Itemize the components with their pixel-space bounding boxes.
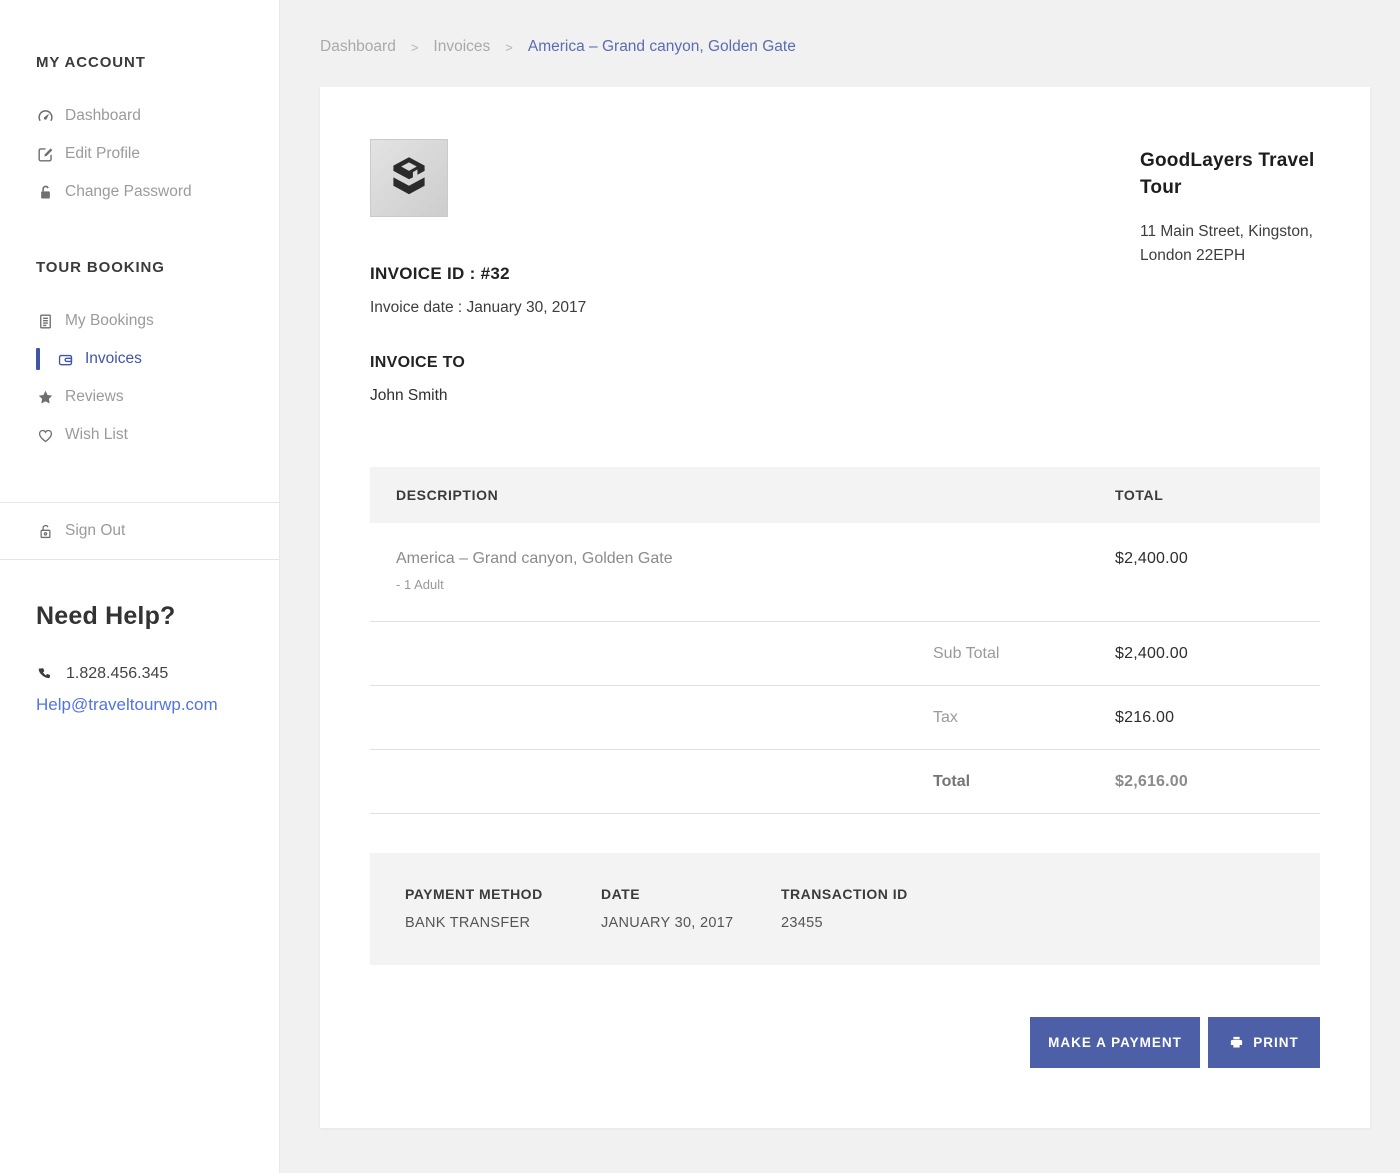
phone-icon: [36, 666, 53, 683]
help-phone-number: 1.828.456.345: [66, 665, 168, 683]
star-icon: [36, 388, 55, 407]
payment-method-column: PAYMENT METHOD BANK TRANSFER: [405, 886, 601, 931]
company-address: 11 Main Street, Kingston, London 22EPH: [1140, 220, 1330, 268]
booking-nav: My Bookings Invoices Reviews Wish List: [0, 302, 279, 454]
sidebar-item-label: Sign Out: [65, 522, 125, 540]
company-address-line1: 11 Main Street, Kingston,: [1140, 220, 1330, 244]
tax-label: Tax: [933, 709, 1115, 727]
sidebar-item-label: Wish List: [65, 426, 128, 444]
sidebar-item-label: My Bookings: [65, 312, 154, 330]
total-value: $2,616.00: [1115, 773, 1320, 791]
sidebar-item-sign-out[interactable]: Sign Out: [0, 503, 279, 559]
payment-date-value: JANUARY 30, 2017: [601, 915, 781, 931]
payment-date-header: DATE: [601, 886, 781, 902]
sidebar-item-my-bookings[interactable]: My Bookings: [0, 302, 279, 340]
sidebar-item-wish-list[interactable]: Wish List: [0, 416, 279, 454]
sidebar-item-label: Invoices: [85, 350, 142, 368]
sidebar-item-edit-profile[interactable]: Edit Profile: [0, 135, 279, 173]
printer-icon: [1229, 1035, 1244, 1050]
subtotal-label: Sub Total: [933, 645, 1115, 663]
breadcrumb: Dashboard > Invoices > America – Grand c…: [320, 38, 1370, 56]
payment-method-header: PAYMENT METHOD: [405, 886, 601, 902]
sidebar-item-invoices[interactable]: Invoices: [0, 340, 279, 378]
wallet-icon: [56, 350, 75, 369]
sidebar-item-reviews[interactable]: Reviews: [0, 378, 279, 416]
tour-booking-heading: TOUR BOOKING: [0, 211, 279, 276]
lock-icon: [36, 183, 55, 202]
breadcrumb-invoices[interactable]: Invoices: [433, 38, 490, 56]
sidebar-item-label: Edit Profile: [65, 145, 140, 163]
main-content: Dashboard > Invoices > America – Grand c…: [280, 0, 1400, 1173]
company-name: GoodLayers Travel Tour: [1140, 147, 1330, 201]
help-phone-row: 1.828.456.345: [36, 665, 279, 683]
company-address-line2: London 22EPH: [1140, 244, 1330, 268]
sidebar-item-change-password[interactable]: Change Password: [0, 173, 279, 211]
line-item-amount: $2,400.00: [1115, 550, 1320, 568]
total-label: Total: [933, 773, 1115, 791]
print-button-label: PRINT: [1253, 1035, 1299, 1050]
transaction-id-column: TRANSACTION ID 23455: [781, 886, 908, 931]
subtotal-value: $2,400.00: [1115, 645, 1320, 663]
transaction-id-header: TRANSACTION ID: [781, 886, 908, 902]
total-header: TOTAL: [1115, 487, 1320, 503]
invoice-date: Invoice date : January 30, 2017: [370, 299, 1320, 317]
breadcrumb-separator: >: [505, 40, 513, 55]
description-header: DESCRIPTION: [370, 487, 1115, 503]
company-logo: [370, 139, 448, 217]
sidebar-item-label: Reviews: [65, 388, 124, 406]
company-info: GoodLayers Travel Tour 11 Main Street, K…: [1140, 147, 1330, 268]
invoice-table: DESCRIPTION TOTAL America – Grand canyon…: [370, 467, 1320, 814]
invoice-actions: MAKE A PAYMENT PRINT: [370, 1017, 1320, 1068]
invoice-to-name: John Smith: [370, 387, 1320, 405]
tax-value: $216.00: [1115, 709, 1320, 727]
heart-icon: [36, 426, 55, 445]
line-item-title: America – Grand canyon, Golden Gate: [396, 550, 1115, 568]
sidebar-item-dashboard[interactable]: Dashboard: [0, 97, 279, 135]
invoice-card: GoodLayers Travel Tour 11 Main Street, K…: [320, 87, 1370, 1128]
bookings-icon: [36, 312, 55, 331]
breadcrumb-dashboard[interactable]: Dashboard: [320, 38, 396, 56]
breadcrumb-current-page: America – Grand canyon, Golden Gate: [528, 38, 796, 56]
line-item-detail: - 1 Adult: [396, 577, 1115, 592]
my-account-heading: MY ACCOUNT: [0, 0, 279, 71]
payment-details-panel: PAYMENT METHOD BANK TRANSFER DATE JANUAR…: [370, 853, 1320, 965]
unlock-icon: [36, 522, 55, 541]
table-row-line-item: America – Grand canyon, Golden Gate - 1 …: [370, 523, 1320, 622]
dashboard-icon: [36, 107, 55, 126]
invoice-to-heading: INVOICE TO: [370, 354, 1320, 372]
transaction-id-value: 23455: [781, 915, 908, 931]
payment-date-column: DATE JANUARY 30, 2017: [601, 886, 781, 931]
sidebar-item-label: Dashboard: [65, 107, 141, 125]
need-help-heading: Need Help?: [36, 602, 279, 631]
line-item-description: America – Grand canyon, Golden Gate - 1 …: [370, 550, 1115, 592]
goodlayers-logo-icon: [383, 152, 435, 204]
help-email-link[interactable]: Help@traveltourwp.com: [36, 695, 279, 715]
table-row-subtotal: Sub Total $2,400.00: [370, 622, 1320, 686]
account-nav: Dashboard Edit Profile Change Password: [0, 97, 279, 211]
sidebar-item-label: Change Password: [65, 183, 192, 201]
print-button[interactable]: PRINT: [1208, 1017, 1320, 1068]
table-row-tax: Tax $216.00: [370, 686, 1320, 750]
make-a-payment-button[interactable]: MAKE A PAYMENT: [1030, 1017, 1200, 1068]
table-row-total: Total $2,616.00: [370, 750, 1320, 814]
need-help-section: Need Help? 1.828.456.345 Help@traveltour…: [0, 560, 279, 715]
active-indicator-bar: [36, 348, 40, 370]
payment-method-value: BANK TRANSFER: [405, 915, 601, 931]
breadcrumb-separator: >: [411, 40, 419, 55]
invoice-table-header: DESCRIPTION TOTAL: [370, 467, 1320, 523]
sidebar: MY ACCOUNT Dashboard Edit Profile Change…: [0, 0, 280, 1173]
edit-icon: [36, 145, 55, 164]
